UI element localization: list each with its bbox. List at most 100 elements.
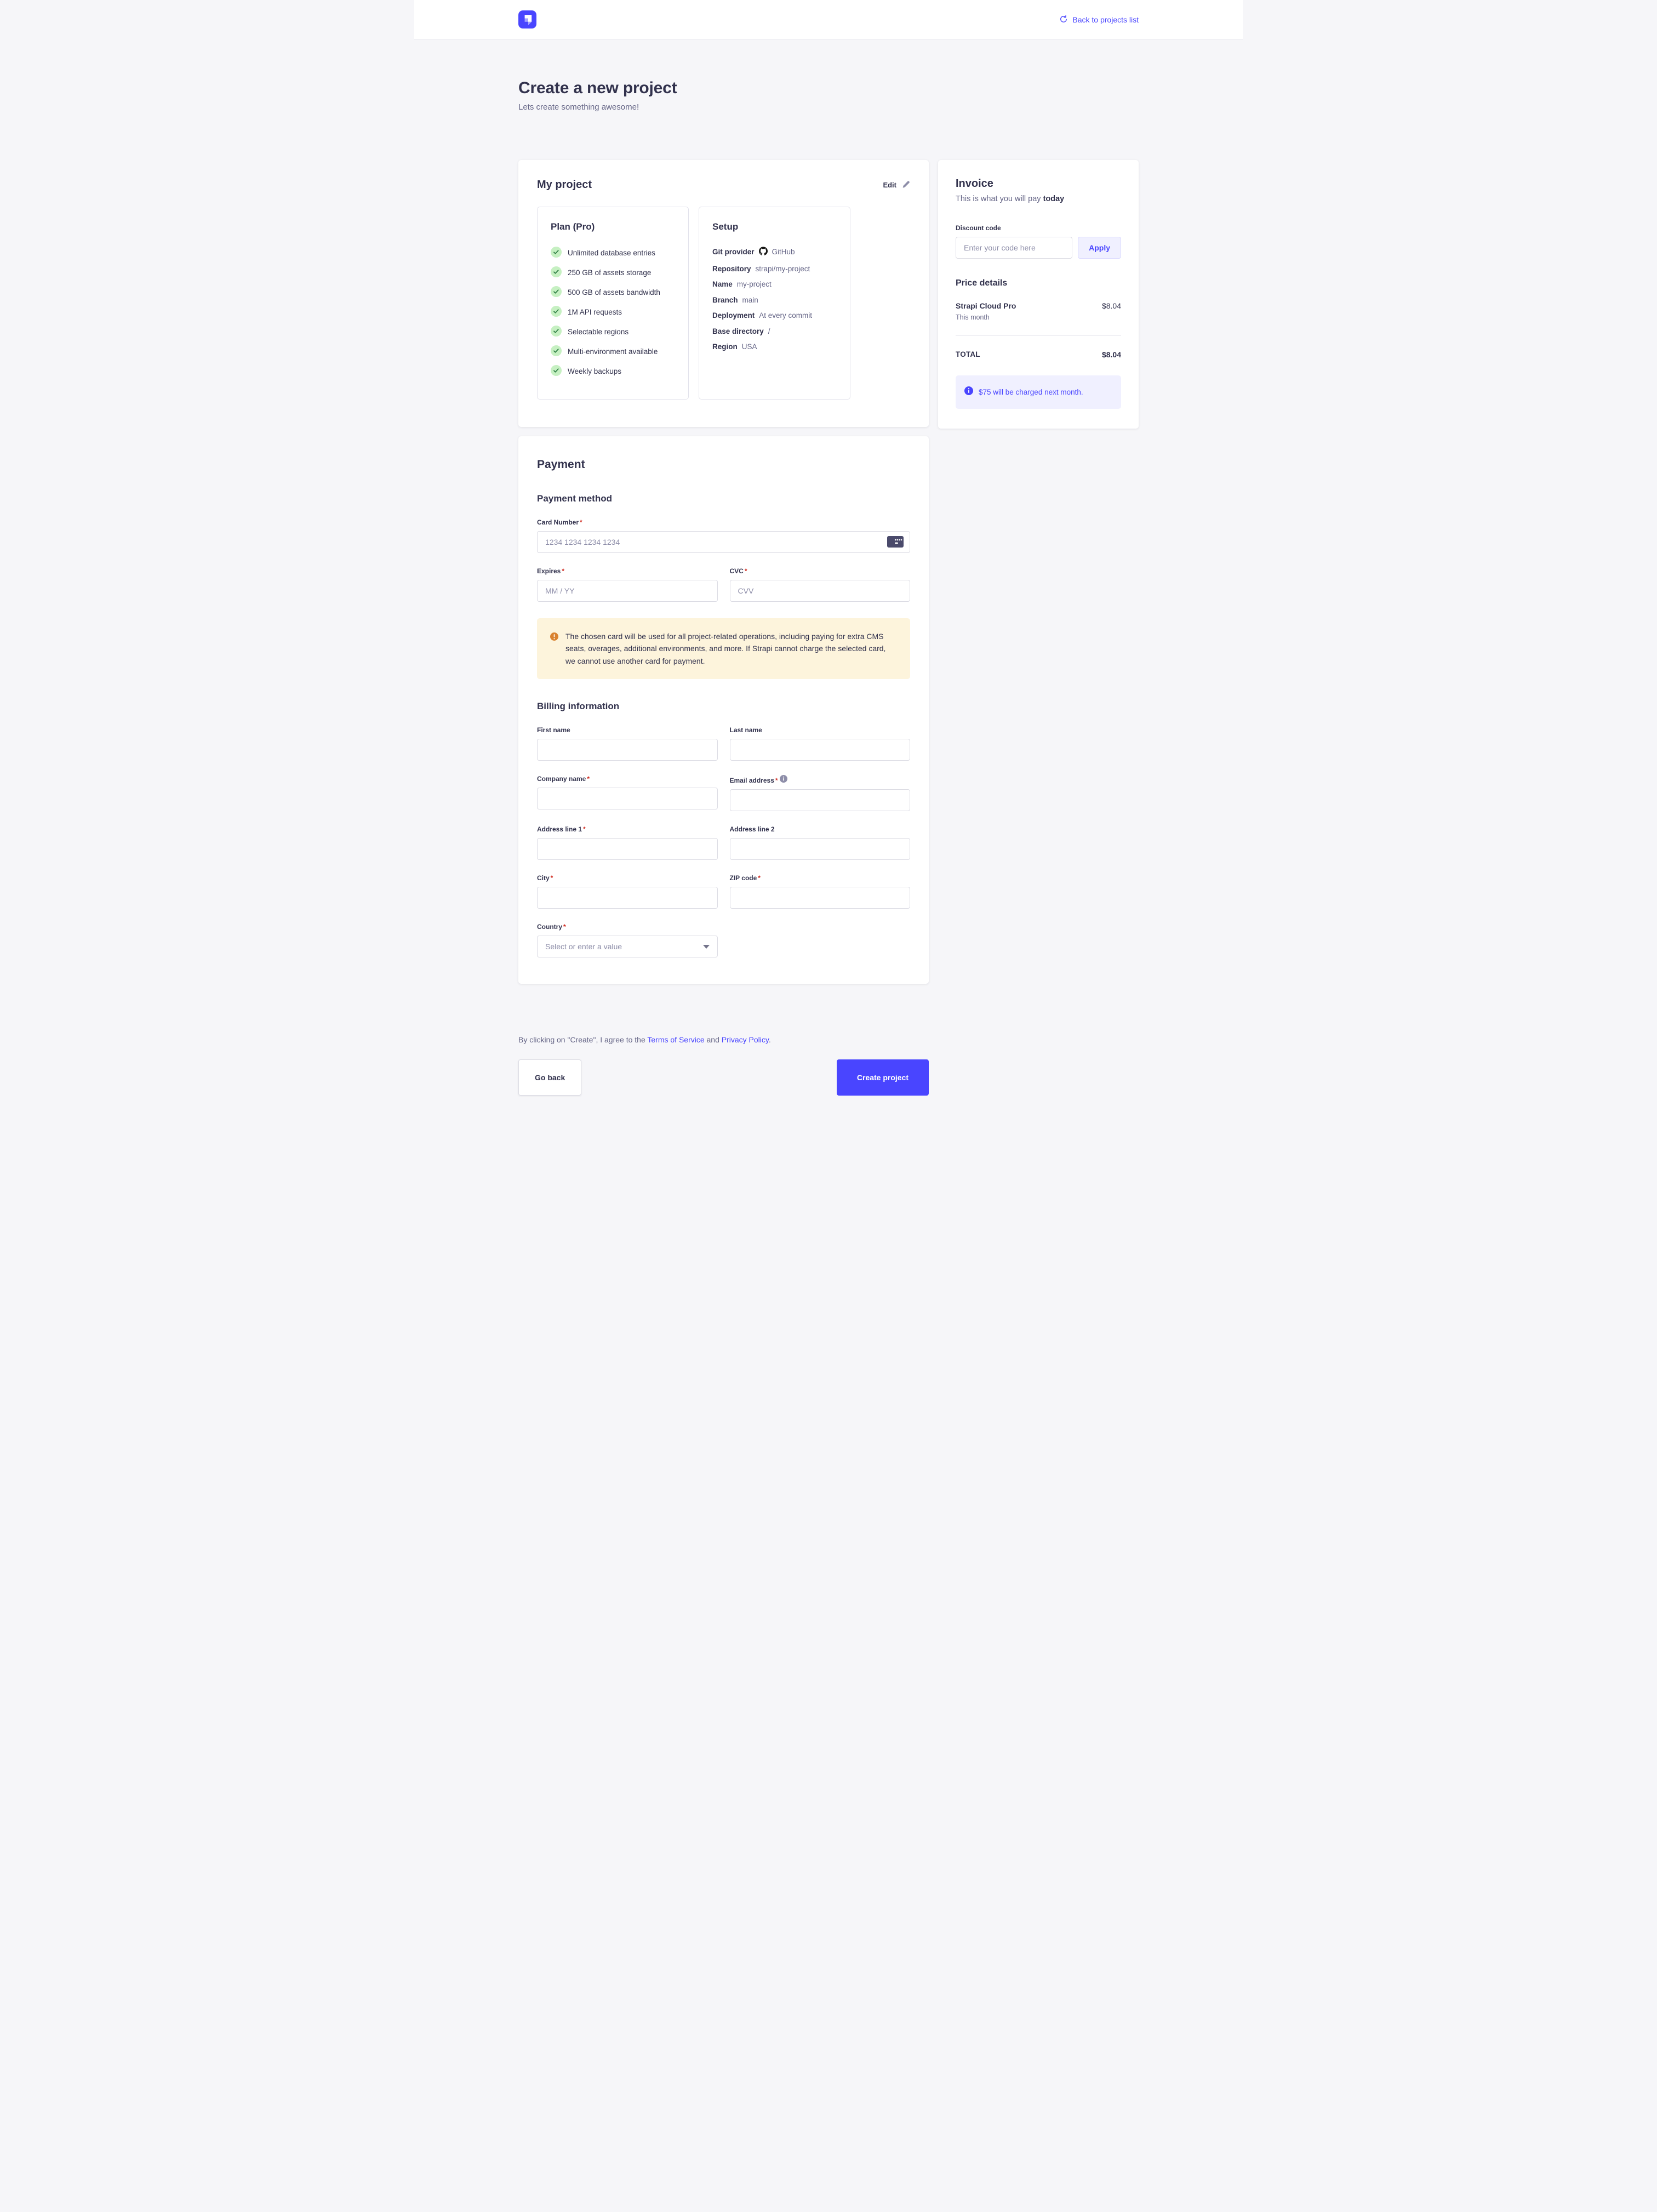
invoice-subtitle: This is what you will pay today [956, 195, 1121, 203]
discount-code-field-group: Discount code Apply [956, 224, 1121, 259]
required-mark: * [775, 777, 778, 784]
setup-list: Git provider GitHub Repository strapi/my… [712, 247, 837, 351]
last-name-input[interactable] [730, 739, 911, 761]
required-mark: * [583, 825, 586, 833]
first-name-input[interactable] [537, 739, 718, 761]
apply-button[interactable]: Apply [1078, 237, 1121, 259]
country-label: Country* [537, 923, 718, 931]
setup-row: Region USA [712, 343, 837, 351]
city-field-group: City* [537, 874, 718, 909]
address-line-1-field-group: Address line 1* [537, 825, 718, 860]
country-select[interactable]: Select or enter a value [537, 936, 718, 957]
chevron-down-icon [703, 945, 710, 949]
last-name-field-group: Last name [730, 726, 911, 761]
check-icon [551, 365, 562, 378]
setup-row: Branch main [712, 296, 837, 304]
plan-feature-item: 250 GB of assets storage [551, 266, 675, 279]
setup-row: Base directory / [712, 327, 837, 335]
payment-title: Payment [537, 458, 910, 471]
address-line-2-field-group: Address line 2 [730, 825, 911, 860]
plan-feature-list: Unlimited database entries 250 GB of ass… [551, 247, 675, 378]
edit-button-label: Edit [883, 181, 896, 189]
left-column: My project Edit Plan (Pro) [518, 160, 929, 984]
required-mark: * [562, 567, 564, 575]
required-mark: * [587, 775, 590, 783]
plan-feature-item: Multi-environment available [551, 345, 675, 358]
discount-code-label: Discount code [956, 224, 1121, 232]
check-icon [551, 286, 562, 299]
plan-feature-item: Unlimited database entries [551, 247, 675, 259]
edit-button[interactable]: Edit [883, 180, 910, 190]
back-to-projects-link[interactable]: Back to projects list [1059, 15, 1139, 25]
city-label: City* [537, 874, 718, 882]
total-row: TOTAL $8.04 [956, 350, 1121, 359]
terms-of-service-link[interactable]: Terms of Service [647, 1035, 704, 1044]
info-circle-icon [964, 386, 973, 398]
plan-box: Plan (Pro) Unlimited database entries 25… [537, 207, 689, 400]
address-line-2-label: Address line 2 [730, 825, 911, 833]
next-month-charge-text: $75 will be charged next month. [979, 388, 1083, 396]
expires-label: Expires* [537, 567, 718, 575]
company-name-label: Company name* [537, 775, 718, 783]
last-name-label: Last name [730, 726, 911, 734]
payment-card: Payment Payment method Card Number* [518, 436, 929, 984]
address-line-1-input[interactable] [537, 838, 718, 860]
strapi-logo-icon[interactable] [518, 10, 536, 28]
privacy-policy-link[interactable]: Privacy Policy [722, 1035, 769, 1044]
required-mark: * [758, 874, 761, 882]
plan-feature-item: Selectable regions [551, 326, 675, 338]
pencil-icon [902, 180, 910, 190]
plan-feature-item: 500 GB of assets bandwidth [551, 286, 675, 299]
setup-row: Name my-project [712, 280, 837, 288]
required-mark: * [745, 567, 747, 575]
payment-method-title: Payment method [537, 493, 910, 504]
email-input[interactable] [730, 789, 911, 811]
required-mark: * [580, 518, 582, 526]
country-select-placeholder: Select or enter a value [545, 942, 622, 951]
required-mark: * [551, 874, 553, 882]
zip-code-input[interactable] [730, 887, 911, 909]
email-label: Email address* [730, 775, 911, 784]
cvc-input[interactable] [730, 580, 911, 602]
invoice-title: Invoice [956, 178, 1121, 190]
setup-row: Repository strapi/my-project [712, 265, 837, 273]
info-icon [780, 777, 787, 784]
zip-code-field-group: ZIP code* [730, 874, 911, 909]
cvc-field-group: CVC* [730, 567, 911, 602]
discount-code-input[interactable] [956, 237, 1072, 259]
setup-box: Setup Git provider GitHub Repository [699, 207, 850, 400]
my-project-card: My project Edit Plan (Pro) [518, 160, 929, 427]
invoice-divider [956, 335, 1121, 336]
setup-row: Deployment At every commit [712, 311, 837, 320]
billing-information-title: Billing information [537, 701, 910, 712]
address-line-2-input[interactable] [730, 838, 911, 860]
setup-box-title: Setup [712, 221, 837, 232]
price-item-name: Strapi Cloud Pro [956, 301, 1016, 310]
company-name-field-group: Company name* [537, 775, 718, 811]
go-back-button[interactable]: Go back [518, 1059, 581, 1096]
next-month-charge-banner: $75 will be charged next month. [956, 375, 1121, 409]
plan-feature-item: 1M API requests [551, 306, 675, 318]
main-content: Create a new project Lets create somethi… [518, 39, 1139, 1153]
expires-field-group: Expires* [537, 567, 718, 602]
page-subtitle: Lets create something awesome! [518, 102, 1139, 112]
card-number-field-group: Card Number* [537, 518, 910, 553]
company-name-input[interactable] [537, 788, 718, 809]
expires-input[interactable] [537, 580, 718, 602]
my-project-title: My project [537, 179, 592, 191]
check-icon [551, 326, 562, 338]
back-link-label: Back to projects list [1072, 15, 1139, 24]
total-amount: $8.04 [1102, 350, 1121, 359]
city-input[interactable] [537, 887, 718, 909]
check-icon [551, 266, 562, 279]
footer: By clicking on "Create", I agree to the … [518, 1035, 929, 1153]
card-number-input[interactable] [537, 531, 910, 553]
top-bar: Back to projects list [414, 0, 1243, 39]
setup-row: Git provider GitHub [712, 247, 837, 257]
redo-arrow-icon [1059, 15, 1067, 25]
first-name-field-group: First name [537, 726, 718, 761]
country-field-group: Country* Select or enter a value [537, 923, 718, 957]
create-project-button[interactable]: Create project [837, 1059, 929, 1096]
total-label: TOTAL [956, 350, 980, 359]
check-icon [551, 345, 562, 358]
